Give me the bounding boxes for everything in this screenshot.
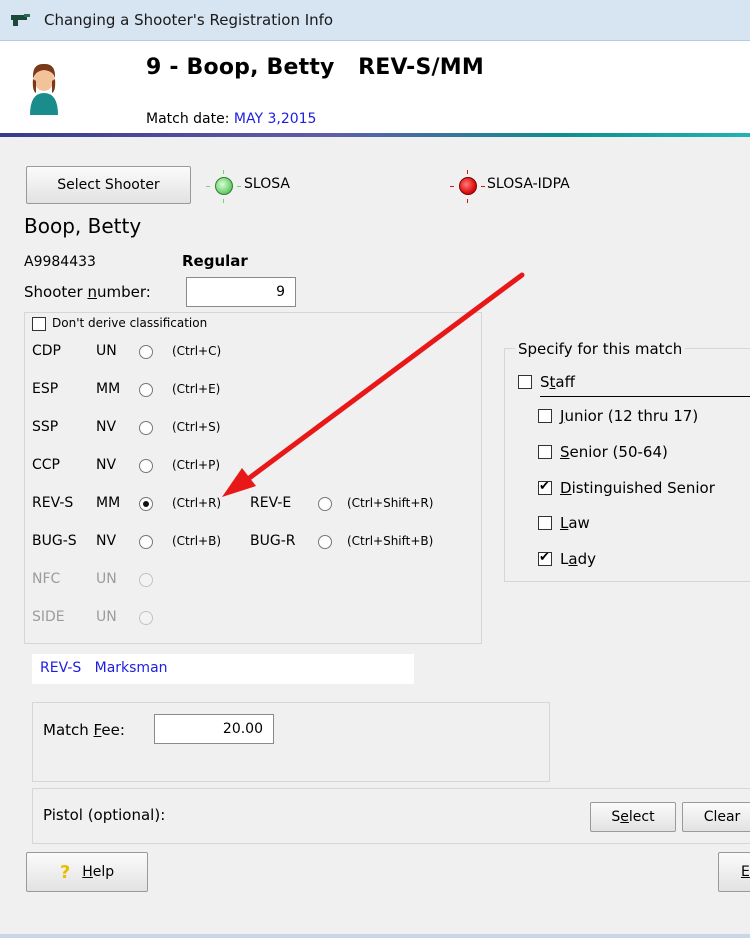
annotation-arrow [222, 272, 525, 497]
